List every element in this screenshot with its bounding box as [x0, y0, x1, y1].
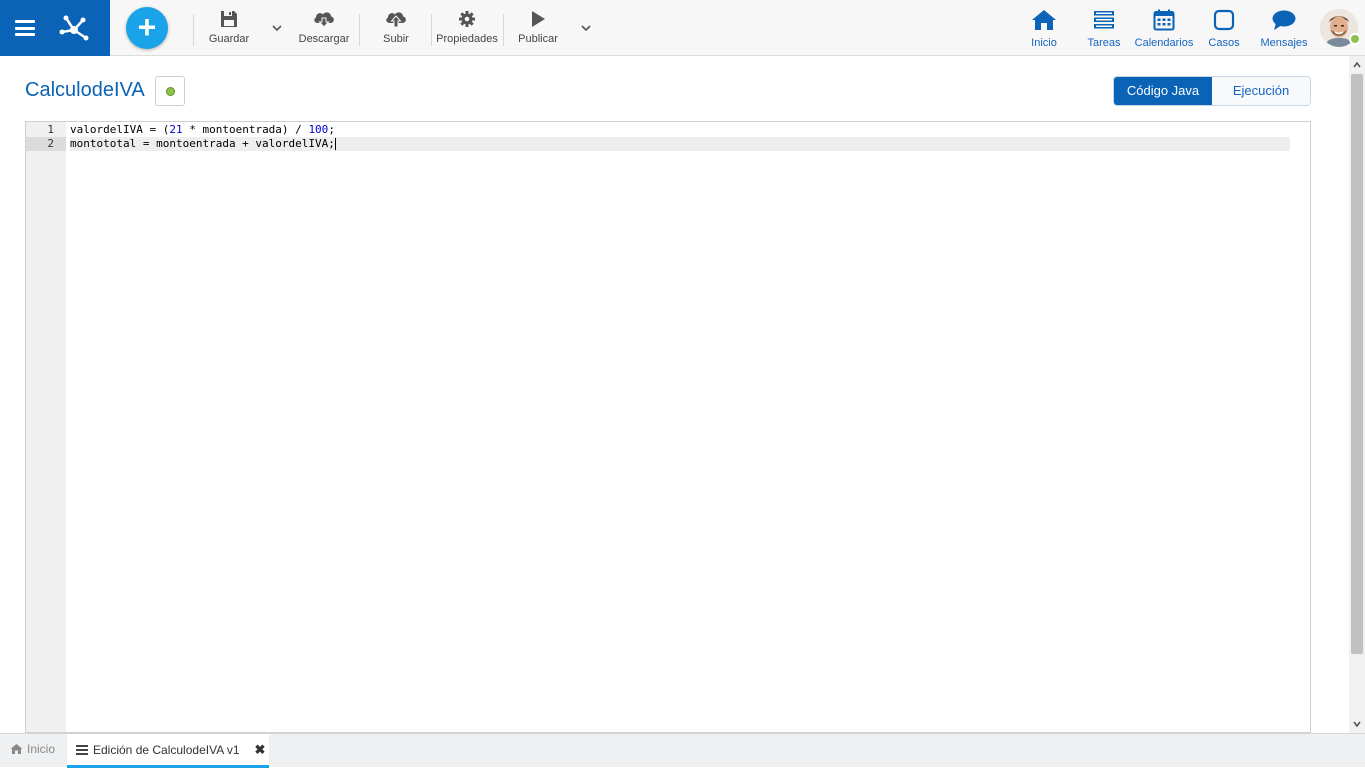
nav-tasks-label: Tareas: [1087, 37, 1121, 49]
list-icon: [76, 744, 88, 755]
download-label: Descargar: [298, 33, 350, 45]
nav-calendars-label: Calendarios: [1134, 37, 1194, 49]
cases-icon: [1213, 9, 1235, 31]
code-line-active[interactable]: montototal = montoentrada + valordelIVA;: [70, 137, 1290, 151]
scroll-down-icon[interactable]: [1353, 720, 1361, 728]
publish-button[interactable]: Publicar: [516, 9, 560, 49]
view-toggle: Código Java Ejecución: [1113, 76, 1311, 106]
code-line[interactable]: valordelIVA = (21 * montoentrada) / 100;: [70, 123, 1290, 137]
nav-home-label: Inicio: [1031, 37, 1057, 49]
status-indicator-icon: [166, 87, 175, 96]
status-button[interactable]: [155, 76, 185, 106]
bottom-tab-home-label: Inicio: [27, 742, 56, 756]
code-token-number: 21: [169, 123, 183, 136]
play-icon: [532, 11, 545, 27]
toolbar-divider: [193, 14, 194, 46]
download-button[interactable]: Descargar: [296, 9, 352, 49]
nav-cases[interactable]: Casos: [1205, 8, 1243, 52]
cloud-download-icon: [314, 12, 334, 28]
floppy-icon: [221, 11, 237, 27]
tasks-icon: [1094, 11, 1114, 29]
bottom-tab-edit-label: Edición de CalculodeIVA v1: [93, 742, 240, 757]
bottom-tab-edit[interactable]: Edición de CalculodeIVA v1 ✖: [67, 734, 269, 768]
tab-java-code[interactable]: Código Java: [1114, 77, 1212, 105]
code-area[interactable]: valordelIVA = (21 * montoentrada) / 100;…: [70, 122, 1290, 151]
home-icon: [10, 744, 23, 754]
nav-messages[interactable]: Mensajes: [1258, 8, 1310, 52]
save-label: Guardar: [208, 33, 250, 45]
page-title: CalculodeIVA: [25, 79, 145, 101]
chat-bubble-icon: [1272, 10, 1296, 30]
nav-cases-label: Casos: [1208, 37, 1240, 49]
save-button[interactable]: Guardar: [206, 9, 252, 49]
close-icon[interactable]: ✖: [255, 742, 266, 758]
gear-icon: [459, 11, 475, 27]
vertical-scrollbar[interactable]: [1349, 56, 1365, 733]
code-token: * montoentrada) /: [182, 123, 309, 136]
upload-button[interactable]: Subir: [374, 9, 418, 49]
scroll-up-icon[interactable]: [1353, 61, 1361, 69]
code-token: valordelIVA = (: [70, 123, 170, 136]
home-icon: [1032, 10, 1056, 30]
line-number: 1: [47, 123, 54, 136]
publish-dropdown-icon[interactable]: [580, 22, 592, 34]
cloud-upload-icon: [386, 12, 406, 28]
menu-icon[interactable]: [15, 20, 35, 36]
bottom-tab-home[interactable]: Inicio: [10, 742, 55, 756]
upload-label: Subir: [383, 33, 409, 45]
code-token: montototal = montoentrada + valordelIVA;: [70, 137, 335, 150]
publish-label: Publicar: [518, 33, 558, 45]
properties-button[interactable]: Propiedades: [436, 9, 498, 49]
calendar-icon: [1153, 9, 1175, 31]
toolbar-divider: [359, 14, 360, 46]
tab-execution[interactable]: Ejecución: [1212, 77, 1310, 105]
line-number: 2: [26, 137, 66, 151]
nav-messages-label: Mensajes: [1260, 37, 1308, 49]
app-logo-icon[interactable]: [56, 10, 92, 46]
toolbar-divider: [503, 14, 504, 46]
nav-tasks[interactable]: Tareas: [1084, 8, 1124, 52]
code-editor[interactable]: 1 2 valordelIVA = (21 * montoentrada) / …: [25, 121, 1311, 733]
brand-area: [0, 0, 110, 56]
save-dropdown-icon[interactable]: [271, 22, 283, 34]
plus-icon: +: [137, 9, 157, 45]
top-toolbar: + Guardar Descargar Subir Propiedades Pu…: [0, 0, 1365, 56]
nav-calendars[interactable]: Calendarios: [1134, 8, 1194, 52]
code-token-number: 100: [308, 123, 329, 136]
text-cursor: [334, 138, 336, 150]
line-number-gutter: 1 2: [26, 122, 66, 732]
code-token: ;: [328, 123, 335, 136]
toolbar-divider: [431, 14, 432, 46]
nav-home[interactable]: Inicio: [1026, 8, 1062, 52]
scrollbar-thumb[interactable]: [1351, 74, 1363, 654]
properties-label: Propiedades: [436, 33, 498, 45]
bottom-tab-bar: Inicio Edición de CalculodeIVA v1 ✖: [0, 733, 1365, 768]
add-button[interactable]: +: [126, 7, 168, 49]
online-status-dot: [1349, 33, 1361, 45]
